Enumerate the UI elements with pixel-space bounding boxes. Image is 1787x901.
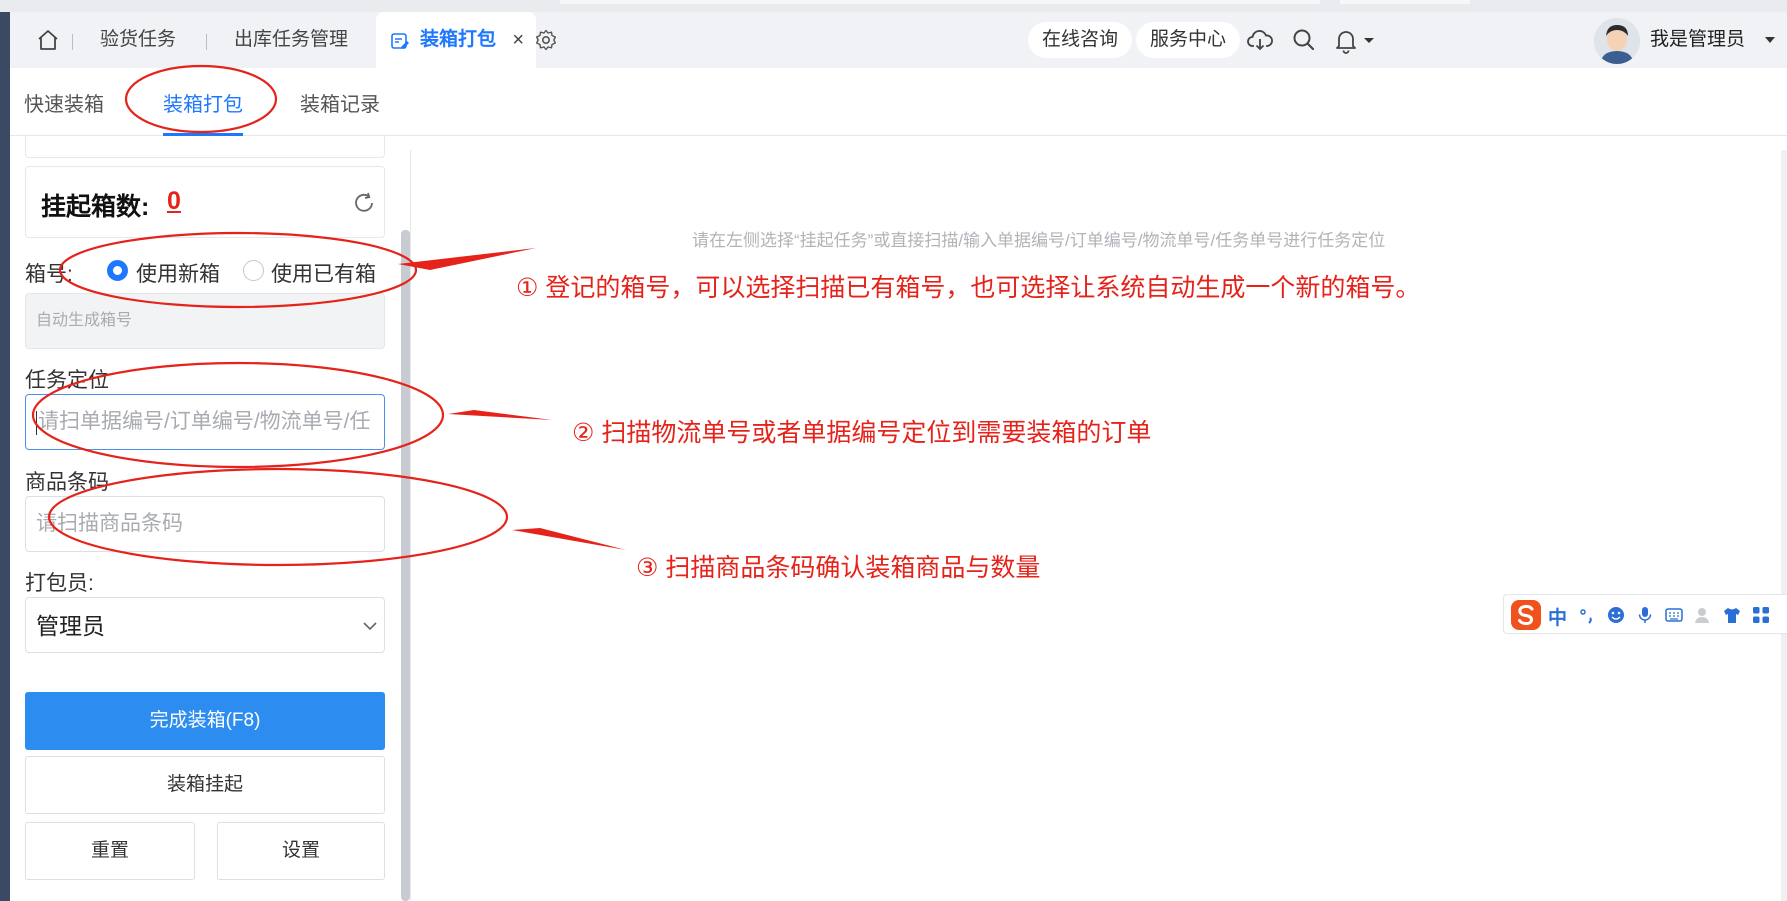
microphone-icon[interactable] bbox=[1636, 606, 1654, 624]
screen: 验货任务 出库任务管理 装箱打包 × 在线咨询 服务中心 我是管理员 快速装箱 … bbox=[0, 0, 1787, 901]
radio-existing-box[interactable] bbox=[243, 260, 264, 281]
barcode-label: 商品条码 bbox=[25, 471, 109, 494]
suspend-packing-button[interactable]: 装箱挂起 bbox=[25, 756, 385, 814]
task-locate-input[interactable]: 请扫单据编号/订单编号/物流单号/任 bbox=[25, 394, 385, 450]
main-scrollbar[interactable] bbox=[1781, 150, 1787, 901]
annotation-2: ② 扫描物流单号或者单据编号定位到需要装箱的订单 bbox=[572, 419, 1152, 447]
card-top-edge bbox=[25, 136, 385, 158]
subtab-quick-pack[interactable]: 快速装箱 bbox=[24, 88, 104, 117]
avatar[interactable] bbox=[1594, 18, 1640, 64]
settings-button[interactable]: 设置 bbox=[217, 822, 385, 880]
panel-scrollbar[interactable] bbox=[401, 230, 410, 901]
online-consult-button[interactable]: 在线咨询 bbox=[1028, 22, 1133, 58]
tab-outbound[interactable]: 出库任务管理 bbox=[234, 12, 348, 68]
home-icon[interactable] bbox=[36, 28, 60, 52]
toolbox-grid-icon[interactable] bbox=[1752, 606, 1770, 624]
task-locate-label: 任务定位 bbox=[25, 369, 109, 392]
packer-select[interactable]: 管理员 bbox=[25, 597, 385, 653]
cloud-download-icon[interactable] bbox=[1246, 26, 1274, 54]
emoji-icon[interactable] bbox=[1607, 606, 1625, 624]
suspended-label: 挂起箱数: bbox=[41, 193, 150, 221]
annotation-1: ① 登记的箱号，可以选择扫描已有箱号，也可选择让系统自动生成一个新的箱号。 bbox=[516, 274, 1421, 302]
tab-packing-label: 装箱打包 bbox=[420, 29, 497, 50]
sogou-logo-icon[interactable] bbox=[1510, 599, 1542, 631]
task-locate-placeholder: 请扫单据编号/订单编号/物流单号/任 bbox=[38, 410, 371, 433]
sub-tabs: 快速装箱 装箱打包 装箱记录 bbox=[10, 68, 1787, 136]
punctuation-icon[interactable] bbox=[1578, 606, 1596, 624]
barcode-input[interactable]: 请扫描商品条码 bbox=[25, 496, 385, 552]
suspended-boxes-card: 挂起箱数: 0 bbox=[25, 166, 385, 238]
finish-packing-button[interactable]: 完成装箱(F8) bbox=[25, 692, 385, 750]
reset-button[interactable]: 重置 bbox=[25, 822, 195, 880]
tab-inspection[interactable]: 验货任务 bbox=[100, 12, 176, 68]
tab-packing[interactable]: 装箱打包 × bbox=[376, 12, 536, 68]
refresh-icon[interactable] bbox=[352, 191, 376, 215]
side-edge bbox=[0, 12, 10, 901]
service-center-button[interactable]: 服务中心 bbox=[1136, 22, 1241, 58]
radio-new-box-label[interactable]: 使用新箱 bbox=[136, 258, 220, 288]
packer-label: 打包员: bbox=[25, 572, 94, 595]
radio-new-box[interactable] bbox=[107, 260, 128, 281]
annotation-3: ③ 扫描商品条码确认装箱商品与数量 bbox=[636, 554, 1041, 582]
bell-icon[interactable] bbox=[1332, 26, 1360, 54]
close-icon[interactable]: × bbox=[512, 12, 524, 68]
packer-select-value: 管理员 bbox=[36, 613, 105, 639]
subtab-pack-records[interactable]: 装箱记录 bbox=[300, 88, 380, 117]
gear-icon[interactable] bbox=[534, 28, 558, 52]
user-name[interactable]: 我是管理员 bbox=[1650, 12, 1745, 68]
skin-shirt-icon[interactable] bbox=[1723, 606, 1741, 624]
main-area bbox=[410, 150, 1787, 901]
radio-existing-box-label[interactable]: 使用已有箱 bbox=[271, 258, 376, 288]
form-icon bbox=[391, 33, 409, 49]
main-hint: 请在左侧选择“挂起任务”或直接扫描/输入单据编号/订单编号/物流单号/任务单号进… bbox=[692, 231, 1386, 250]
top-nav-bar: 验货任务 出库任务管理 装箱打包 × 在线咨询 服务中心 我是管理员 bbox=[10, 12, 1787, 68]
caret-down-icon[interactable] bbox=[1362, 26, 1376, 54]
subtab-pack[interactable]: 装箱打包 bbox=[163, 88, 243, 117]
suspended-count[interactable]: 0 bbox=[167, 187, 181, 216]
box-no-field: 自动生成箱号 bbox=[25, 293, 385, 349]
user-caret-icon[interactable] bbox=[1764, 34, 1776, 46]
ime-mode-label[interactable]: 中 bbox=[1548, 603, 1567, 630]
ime-toolbar[interactable]: 中 bbox=[1503, 594, 1787, 634]
chevron-down-icon bbox=[363, 622, 377, 631]
browser-top-strip bbox=[0, 0, 1787, 12]
user-icon[interactable] bbox=[1694, 606, 1712, 624]
search-icon[interactable] bbox=[1290, 26, 1318, 54]
keyboard-icon[interactable] bbox=[1665, 606, 1683, 624]
box-no-label: 箱号: bbox=[25, 263, 73, 286]
